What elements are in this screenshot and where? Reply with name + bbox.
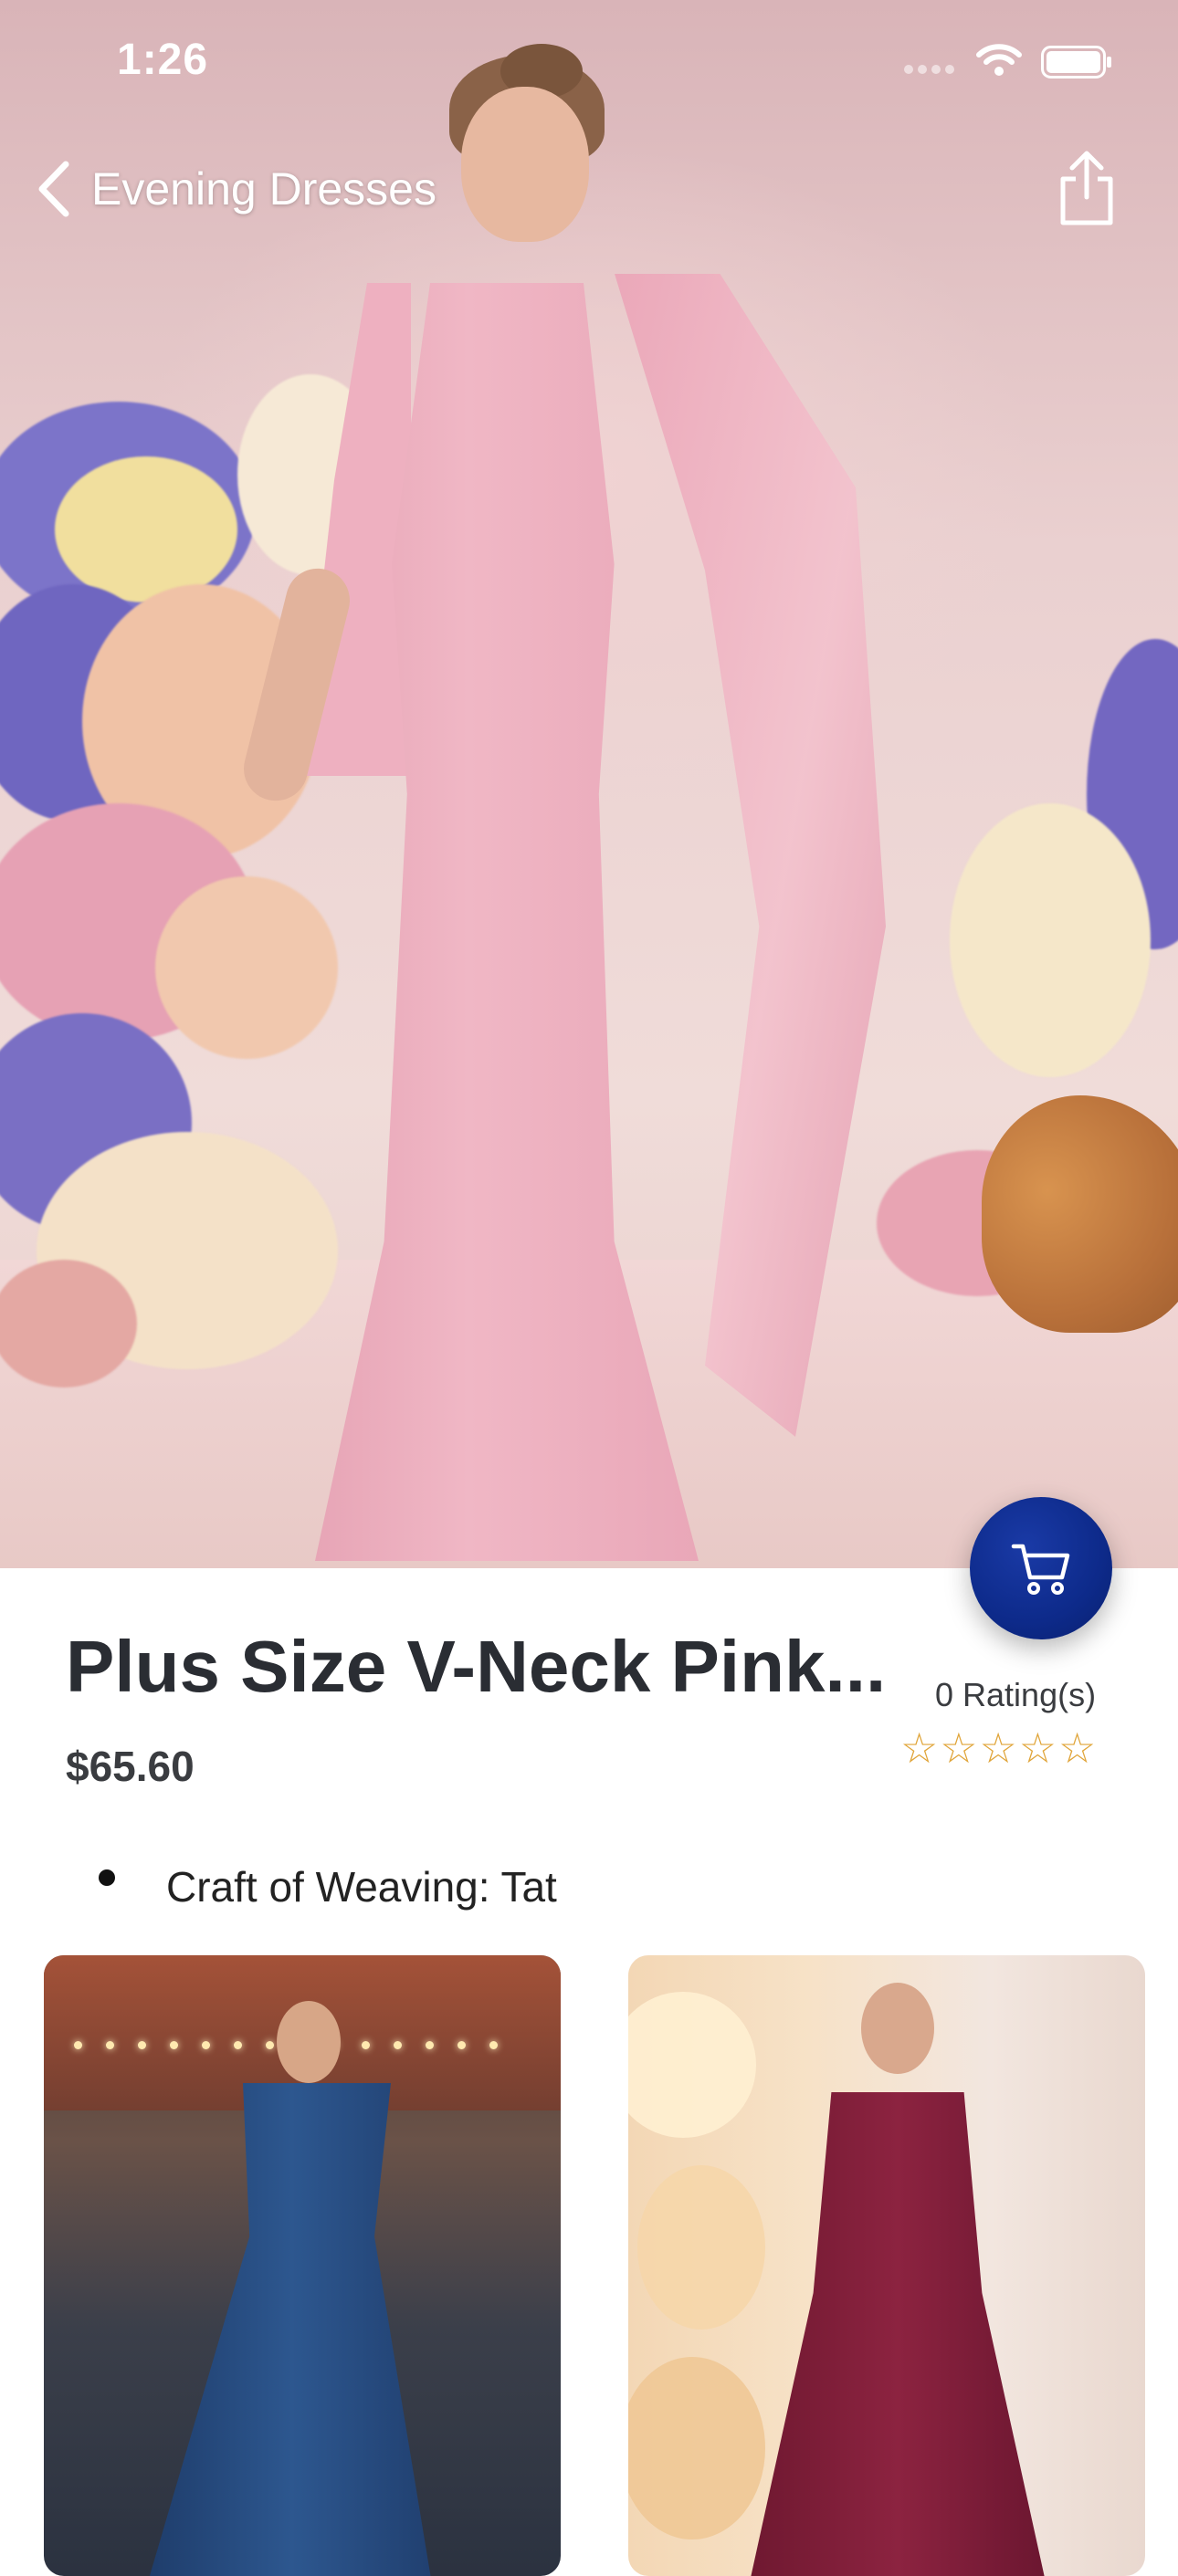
- cellular-signal-icon: [904, 62, 961, 77]
- back-button[interactable]: Evening Dresses: [37, 157, 436, 221]
- status-bar: 1:26: [0, 0, 1178, 128]
- wifi-icon: [976, 44, 1022, 76]
- back-label: Evening Dresses: [91, 163, 436, 215]
- related-product-card[interactable]: [44, 1955, 561, 2576]
- share-icon[interactable]: [1050, 150, 1123, 228]
- feature-item: Craft of Weaving: Tat: [166, 1863, 557, 1911]
- battery-icon: [1041, 46, 1111, 79]
- product-title: Plus Size V-Neck Pink...: [66, 1626, 887, 1707]
- star-rating[interactable]: ☆☆☆☆☆: [900, 1723, 1098, 1773]
- product-thumbnail: [747, 2092, 1048, 2576]
- rating-count: 0 Rating(s): [935, 1676, 1097, 1713]
- status-time: 1:26: [117, 36, 209, 84]
- add-to-cart-button[interactable]: [970, 1497, 1112, 1639]
- related-product-card[interactable]: [628, 1955, 1145, 2576]
- product-hero-image: [0, 0, 1178, 1568]
- product-thumbnail: [144, 2083, 434, 2576]
- bullet-icon: [99, 1869, 115, 1886]
- chevron-left-icon: [38, 161, 69, 217]
- cart-icon: [1011, 1544, 1070, 1595]
- product-price: $65.60: [66, 1743, 195, 1790]
